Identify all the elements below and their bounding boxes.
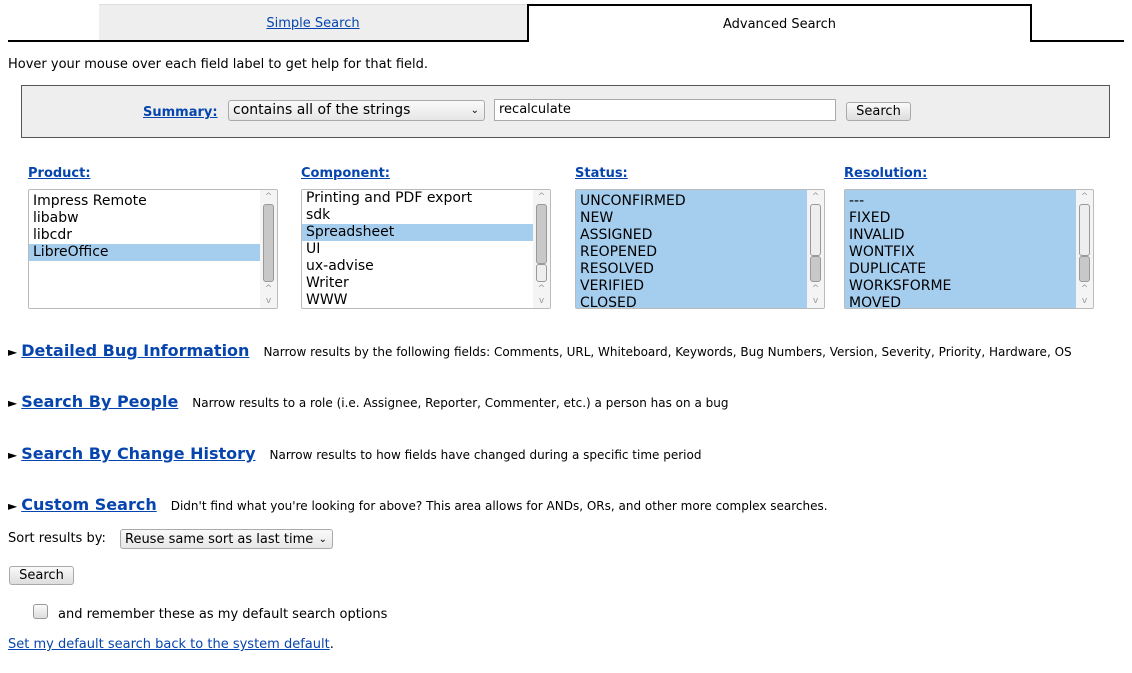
summary-search-button[interactable]: Search (846, 102, 911, 121)
list-option-selected[interactable]: INVALID (845, 227, 1076, 244)
search-button[interactable]: Search (9, 566, 74, 585)
summary-panel: Summary: contains all of the strings ⌄ r… (21, 85, 1110, 138)
component-label[interactable]: Component: (301, 166, 390, 181)
list-option[interactable]: UI (302, 241, 533, 258)
list-option-selected[interactable]: --- (845, 193, 1076, 210)
sort-select[interactable]: Reuse same sort as last time ⌄ (120, 529, 333, 549)
summary-operator-value: contains all of the strings (233, 102, 411, 118)
summary-label[interactable]: Summary: (143, 105, 218, 120)
tab-advanced-search[interactable]: Advanced Search (527, 4, 1032, 42)
section-search-by-people: ► Search By People Narrow results to a rol… (8, 392, 728, 411)
list-option-selected[interactable]: UNCONFIRMED (576, 193, 807, 210)
status-listbox[interactable]: UNCONFIRMED NEW ASSIGNED REOPENED RESOLV… (575, 189, 825, 309)
list-option[interactable]: ux-advise (302, 258, 533, 275)
tab-simple-search-link[interactable]: Simple Search (266, 16, 359, 31)
reset-default-row: Set my default search back to the system… (8, 637, 334, 652)
list-option-selected[interactable]: REOPENED (576, 244, 807, 261)
search-by-change-history-link[interactable]: Search By Change History (21, 444, 255, 463)
resolution-listbox[interactable]: --- FIXED INVALID WONTFIX DUPLICATE WORK… (844, 189, 1094, 309)
scrollbar[interactable]: ^ ^ v (260, 190, 277, 308)
status-label[interactable]: Status: (575, 166, 628, 181)
list-option-selected[interactable]: DUPLICATE (845, 261, 1076, 278)
list-option-selected[interactable]: VERIFIED (576, 278, 807, 295)
list-option[interactable]: Impress Remote (29, 193, 260, 210)
remember-label: and remember these as my default search … (58, 607, 388, 622)
list-option-selected[interactable]: NEW (576, 210, 807, 227)
summary-input[interactable]: recalculate (494, 99, 836, 121)
section-description: Didn't find what you're looking for abov… (170, 499, 828, 513)
list-option[interactable]: libcdr (29, 227, 260, 244)
list-option-selected[interactable]: MOVED (845, 295, 1076, 308)
sort-value: Reuse same sort as last time (125, 532, 314, 547)
expand-triangle-icon[interactable]: ► (8, 448, 17, 462)
list-option-selected[interactable]: WONTFIX (845, 244, 1076, 261)
section-custom-search: ► Custom Search Didn't find what you're lo… (8, 495, 828, 514)
list-option[interactable]: WWW (302, 292, 533, 308)
section-description: Narrow results to how fields have change… (269, 448, 702, 462)
chevron-down-icon: ⌄ (470, 105, 479, 116)
list-option-selected[interactable]: ASSIGNED (576, 227, 807, 244)
tab-divider (1031, 40, 1124, 42)
summary-operator-select[interactable]: contains all of the strings ⌄ (228, 100, 485, 121)
section-search-by-change-history: ► Search By Change History Narrow results … (8, 444, 701, 463)
list-option[interactable]: sdk (302, 207, 533, 224)
list-option-selected[interactable]: RESOLVED (576, 261, 807, 278)
remember-checkbox[interactable] (33, 604, 48, 619)
expand-triangle-icon[interactable]: ► (8, 499, 17, 513)
section-detailed-bug-information: ► Detailed Bug Information Narrow results … (8, 341, 1072, 360)
list-option-selected[interactable]: WORKSFORME (845, 278, 1076, 295)
search-by-people-link[interactable]: Search By People (21, 392, 178, 411)
section-description: Narrow results by the following fields: … (263, 345, 1072, 359)
scrollbar[interactable]: ^ ^ v (533, 190, 550, 308)
list-option[interactable]: Printing and PDF export (302, 190, 533, 207)
list-option-selected[interactable]: FIXED (845, 210, 1076, 227)
list-option-selected[interactable]: CLOSED (576, 295, 807, 308)
list-option-selected[interactable]: LibreOffice (29, 244, 260, 261)
sort-label: Sort results by: (8, 531, 106, 546)
list-option[interactable]: Writer (302, 275, 533, 292)
help-text: Hover your mouse over each field label t… (8, 57, 428, 72)
scrollbar[interactable]: ^ ^ v (807, 190, 824, 308)
detailed-bug-information-link[interactable]: Detailed Bug Information (21, 341, 249, 360)
product-listbox[interactable]: Impress Remote libabw libcdr LibreOffice… (28, 189, 278, 309)
tab-divider (8, 40, 528, 42)
section-description: Narrow results to a role (i.e. Assignee,… (192, 396, 729, 410)
list-option[interactable]: libabw (29, 210, 260, 227)
expand-triangle-icon[interactable]: ► (8, 396, 17, 410)
resolution-label[interactable]: Resolution: (844, 166, 927, 181)
reset-suffix: . (329, 637, 334, 652)
expand-triangle-icon[interactable]: ► (8, 345, 17, 359)
product-label[interactable]: Product: (28, 166, 91, 181)
chevron-down-icon: ⌄ (318, 534, 327, 545)
list-option-selected[interactable]: Spreadsheet (302, 224, 533, 241)
scrollbar[interactable]: ^ ^ v (1076, 190, 1093, 308)
custom-search-link[interactable]: Custom Search (21, 495, 156, 514)
tab-simple-search[interactable]: Simple Search (99, 4, 527, 41)
component-listbox[interactable]: Printing and PDF export sdk Spreadsheet … (301, 189, 551, 309)
reset-default-link[interactable]: Set my default search back to the system… (8, 637, 330, 652)
